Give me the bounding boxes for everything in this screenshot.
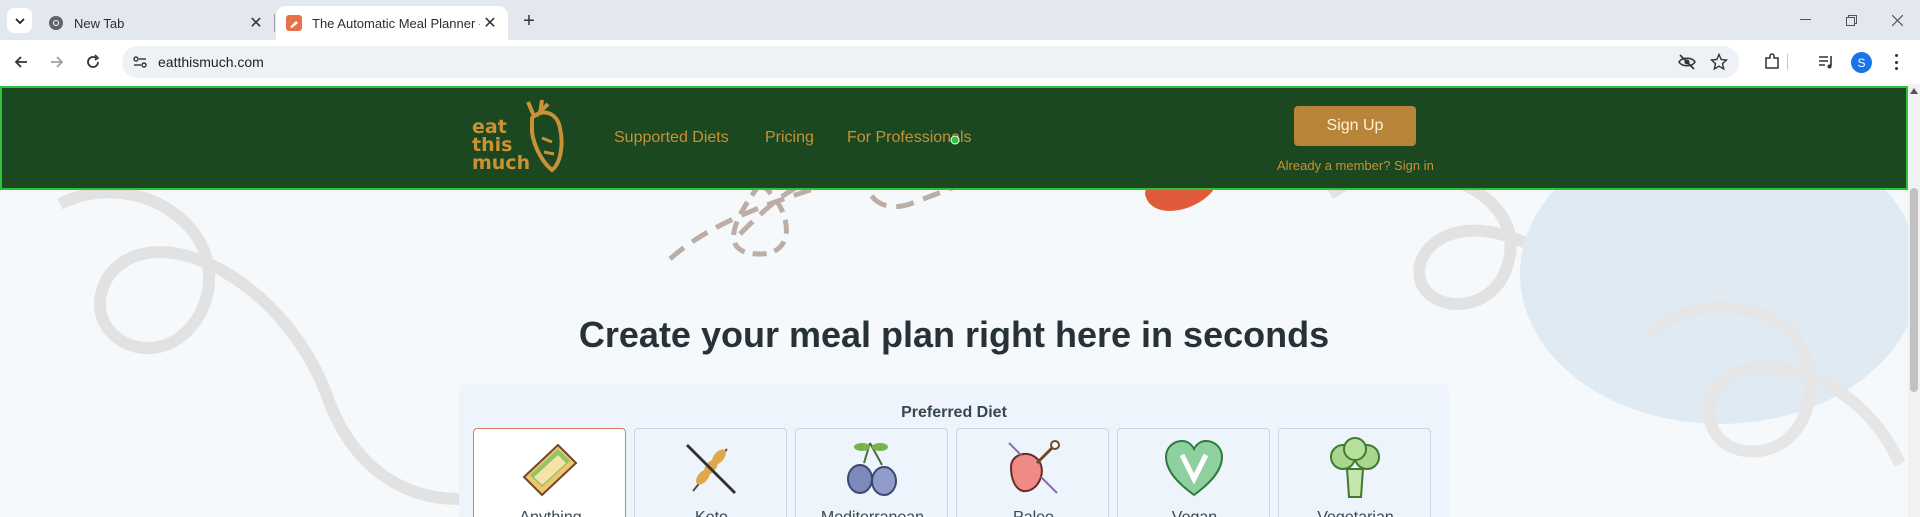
playlist-icon: [1819, 56, 1832, 69]
diet-option-mediterranean[interactable]: Mediterranean: [795, 428, 948, 517]
carrot-favicon-icon: [286, 15, 302, 31]
diet-selector-panel: Preferred Diet Anything Keto: [459, 384, 1449, 517]
bookmark-star-icon[interactable]: [1710, 53, 1728, 71]
close-window-button[interactable]: [1874, 6, 1920, 34]
arrow-right-icon: [51, 56, 64, 68]
diet-option-vegetarian[interactable]: Vegetarian: [1278, 428, 1431, 517]
url-text: eatthismuch.com: [158, 54, 264, 70]
diet-option-label: Vegan: [1118, 509, 1271, 517]
scroll-up-arrow-icon[interactable]: [1910, 88, 1918, 94]
sign-in-link[interactable]: Already a member? Sign in: [1277, 158, 1434, 173]
diet-option-paleo[interactable]: Paleo: [956, 428, 1109, 517]
diet-option-vegan[interactable]: Vegan: [1117, 428, 1270, 517]
tab-title: The Automatic Meal Planner - Eat This Mu…: [312, 15, 480, 31]
page-scrollbar[interactable]: [1908, 84, 1920, 517]
meat-icon: [1008, 440, 1060, 494]
browser-toolbar: eatthismuch.com S: [0, 40, 1920, 84]
broccoli-icon: [1330, 437, 1380, 498]
eye-off-icon[interactable]: [1678, 53, 1696, 71]
scroll-thumb[interactable]: [1910, 188, 1918, 392]
menu-dot-icon: [1894, 60, 1898, 64]
diet-option-keto[interactable]: Keto: [634, 428, 787, 517]
puzzle-icon: [1765, 53, 1779, 69]
tab-divider: [274, 14, 275, 32]
close-tab-icon[interactable]: ✕: [246, 13, 266, 33]
close-icon: [1891, 14, 1903, 26]
browser-menu-button[interactable]: [1892, 52, 1900, 72]
reload-icon: [87, 54, 100, 68]
close-tab-icon[interactable]: ✕: [480, 13, 500, 33]
site-header: eat this much Supported Diets Pricing Fo…: [0, 86, 1908, 190]
sandwich-icon: [522, 443, 578, 497]
diet-option-label: Vegetarian: [1279, 509, 1432, 517]
heart-v-icon: [1164, 439, 1224, 497]
diet-option-label: Paleo: [957, 509, 1110, 517]
forward-button[interactable]: [44, 49, 70, 75]
tab-search-button[interactable]: [7, 8, 32, 33]
diet-option-label: Mediterranean: [796, 509, 949, 517]
toolbar-divider: [1787, 54, 1788, 70]
eat-this-much-logo[interactable]: eat this much: [472, 98, 572, 178]
nav-pricing[interactable]: Pricing: [765, 129, 814, 147]
click-marker-icon: [950, 135, 960, 145]
menu-dot-icon: [1894, 54, 1898, 57]
wheat-crossed-icon: [685, 443, 737, 495]
page-viewport: eat this much Supported Diets Pricing Fo…: [0, 84, 1908, 517]
profile-avatar[interactable]: S: [1851, 52, 1872, 73]
back-button[interactable]: [8, 49, 34, 75]
diet-option-anything[interactable]: Anything: [473, 428, 626, 517]
address-bar[interactable]: eatthismuch.com: [122, 46, 1739, 78]
extensions-button[interactable]: [1762, 52, 1782, 72]
reload-button[interactable]: [80, 49, 106, 75]
carrot-logo-icon: [526, 99, 564, 173]
new-tab-button[interactable]: +: [517, 9, 541, 33]
media-control-button[interactable]: [1816, 52, 1836, 72]
restore-icon: [1845, 14, 1857, 26]
tab-meal-planner[interactable]: The Automatic Meal Planner - Eat This Mu…: [276, 6, 508, 40]
nav-supported-diets[interactable]: Supported Diets: [614, 129, 729, 147]
chrome-icon: [49, 16, 63, 30]
tab-new-tab[interactable]: New Tab ✕: [38, 6, 274, 40]
diet-selector-title: Preferred Diet: [901, 404, 1007, 421]
browser-tab-strip: New Tab ✕ The Automatic Meal Planner - E…: [0, 0, 1920, 40]
minimize-icon: [1799, 19, 1811, 20]
chevron-down-icon: [14, 17, 25, 24]
arrow-left-icon: [14, 56, 27, 68]
tab-title: New Tab: [74, 15, 125, 31]
sign-up-button[interactable]: Sign Up: [1294, 106, 1416, 146]
olives-icon: [847, 442, 897, 496]
page-headline: Create your meal plan right here in seco…: [578, 314, 1330, 355]
menu-dot-icon: [1894, 67, 1898, 70]
restore-button[interactable]: [1828, 6, 1874, 34]
site-info-icon[interactable]: [132, 54, 148, 70]
diet-option-label: Anything: [474, 509, 627, 517]
diet-option-label: Keto: [635, 509, 788, 517]
minimize-button[interactable]: [1782, 6, 1828, 34]
